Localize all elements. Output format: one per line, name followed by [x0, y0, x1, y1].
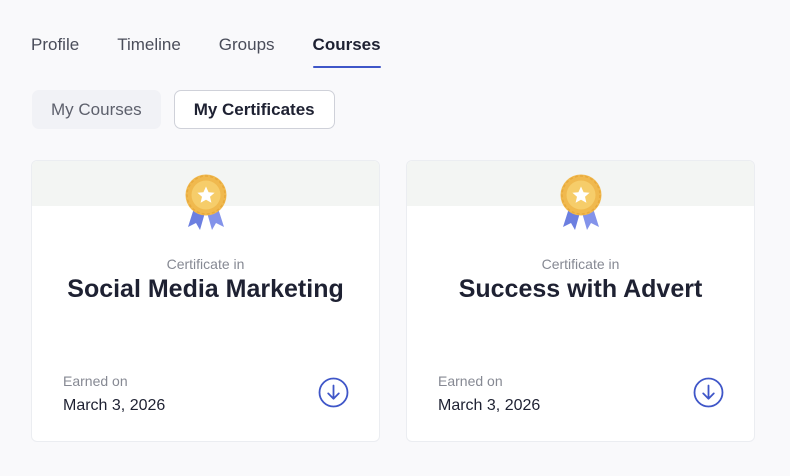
- courses-subtabs: My Courses My Certificates: [32, 90, 335, 129]
- certificate-title: Success with Advert: [458, 275, 703, 303]
- earned-on-label: Earned on: [438, 373, 503, 389]
- earned-date: March 3, 2026: [63, 397, 166, 414]
- tab-profile[interactable]: Profile: [31, 32, 79, 68]
- earned-date: March 3, 2026: [438, 397, 541, 414]
- my-courses-button[interactable]: My Courses: [32, 90, 161, 129]
- certificate-label: Certificate in: [541, 256, 620, 272]
- download-circle-icon[interactable]: [318, 377, 349, 408]
- certificate-card: Certificate in Social Media Marketing Ea…: [31, 160, 380, 442]
- tab-courses[interactable]: Courses: [312, 32, 381, 68]
- certificate-title: Social Media Marketing: [67, 275, 344, 303]
- tab-timeline[interactable]: Timeline: [117, 32, 181, 68]
- my-certificates-button[interactable]: My Certificates: [173, 90, 335, 129]
- earned-on-label: Earned on: [63, 373, 128, 389]
- certificate-label: Certificate in: [166, 256, 245, 272]
- download-circle-icon[interactable]: [693, 377, 724, 408]
- certificate-card: Certificate in Success with Advert Earne…: [406, 160, 755, 442]
- tab-groups[interactable]: Groups: [219, 32, 275, 68]
- profile-page: Profile Timeline Groups Courses My Cours…: [0, 0, 790, 476]
- award-medal-icon: [560, 174, 601, 230]
- award-medal-icon: [185, 174, 226, 230]
- profile-tabs: Profile Timeline Groups Courses: [31, 32, 419, 70]
